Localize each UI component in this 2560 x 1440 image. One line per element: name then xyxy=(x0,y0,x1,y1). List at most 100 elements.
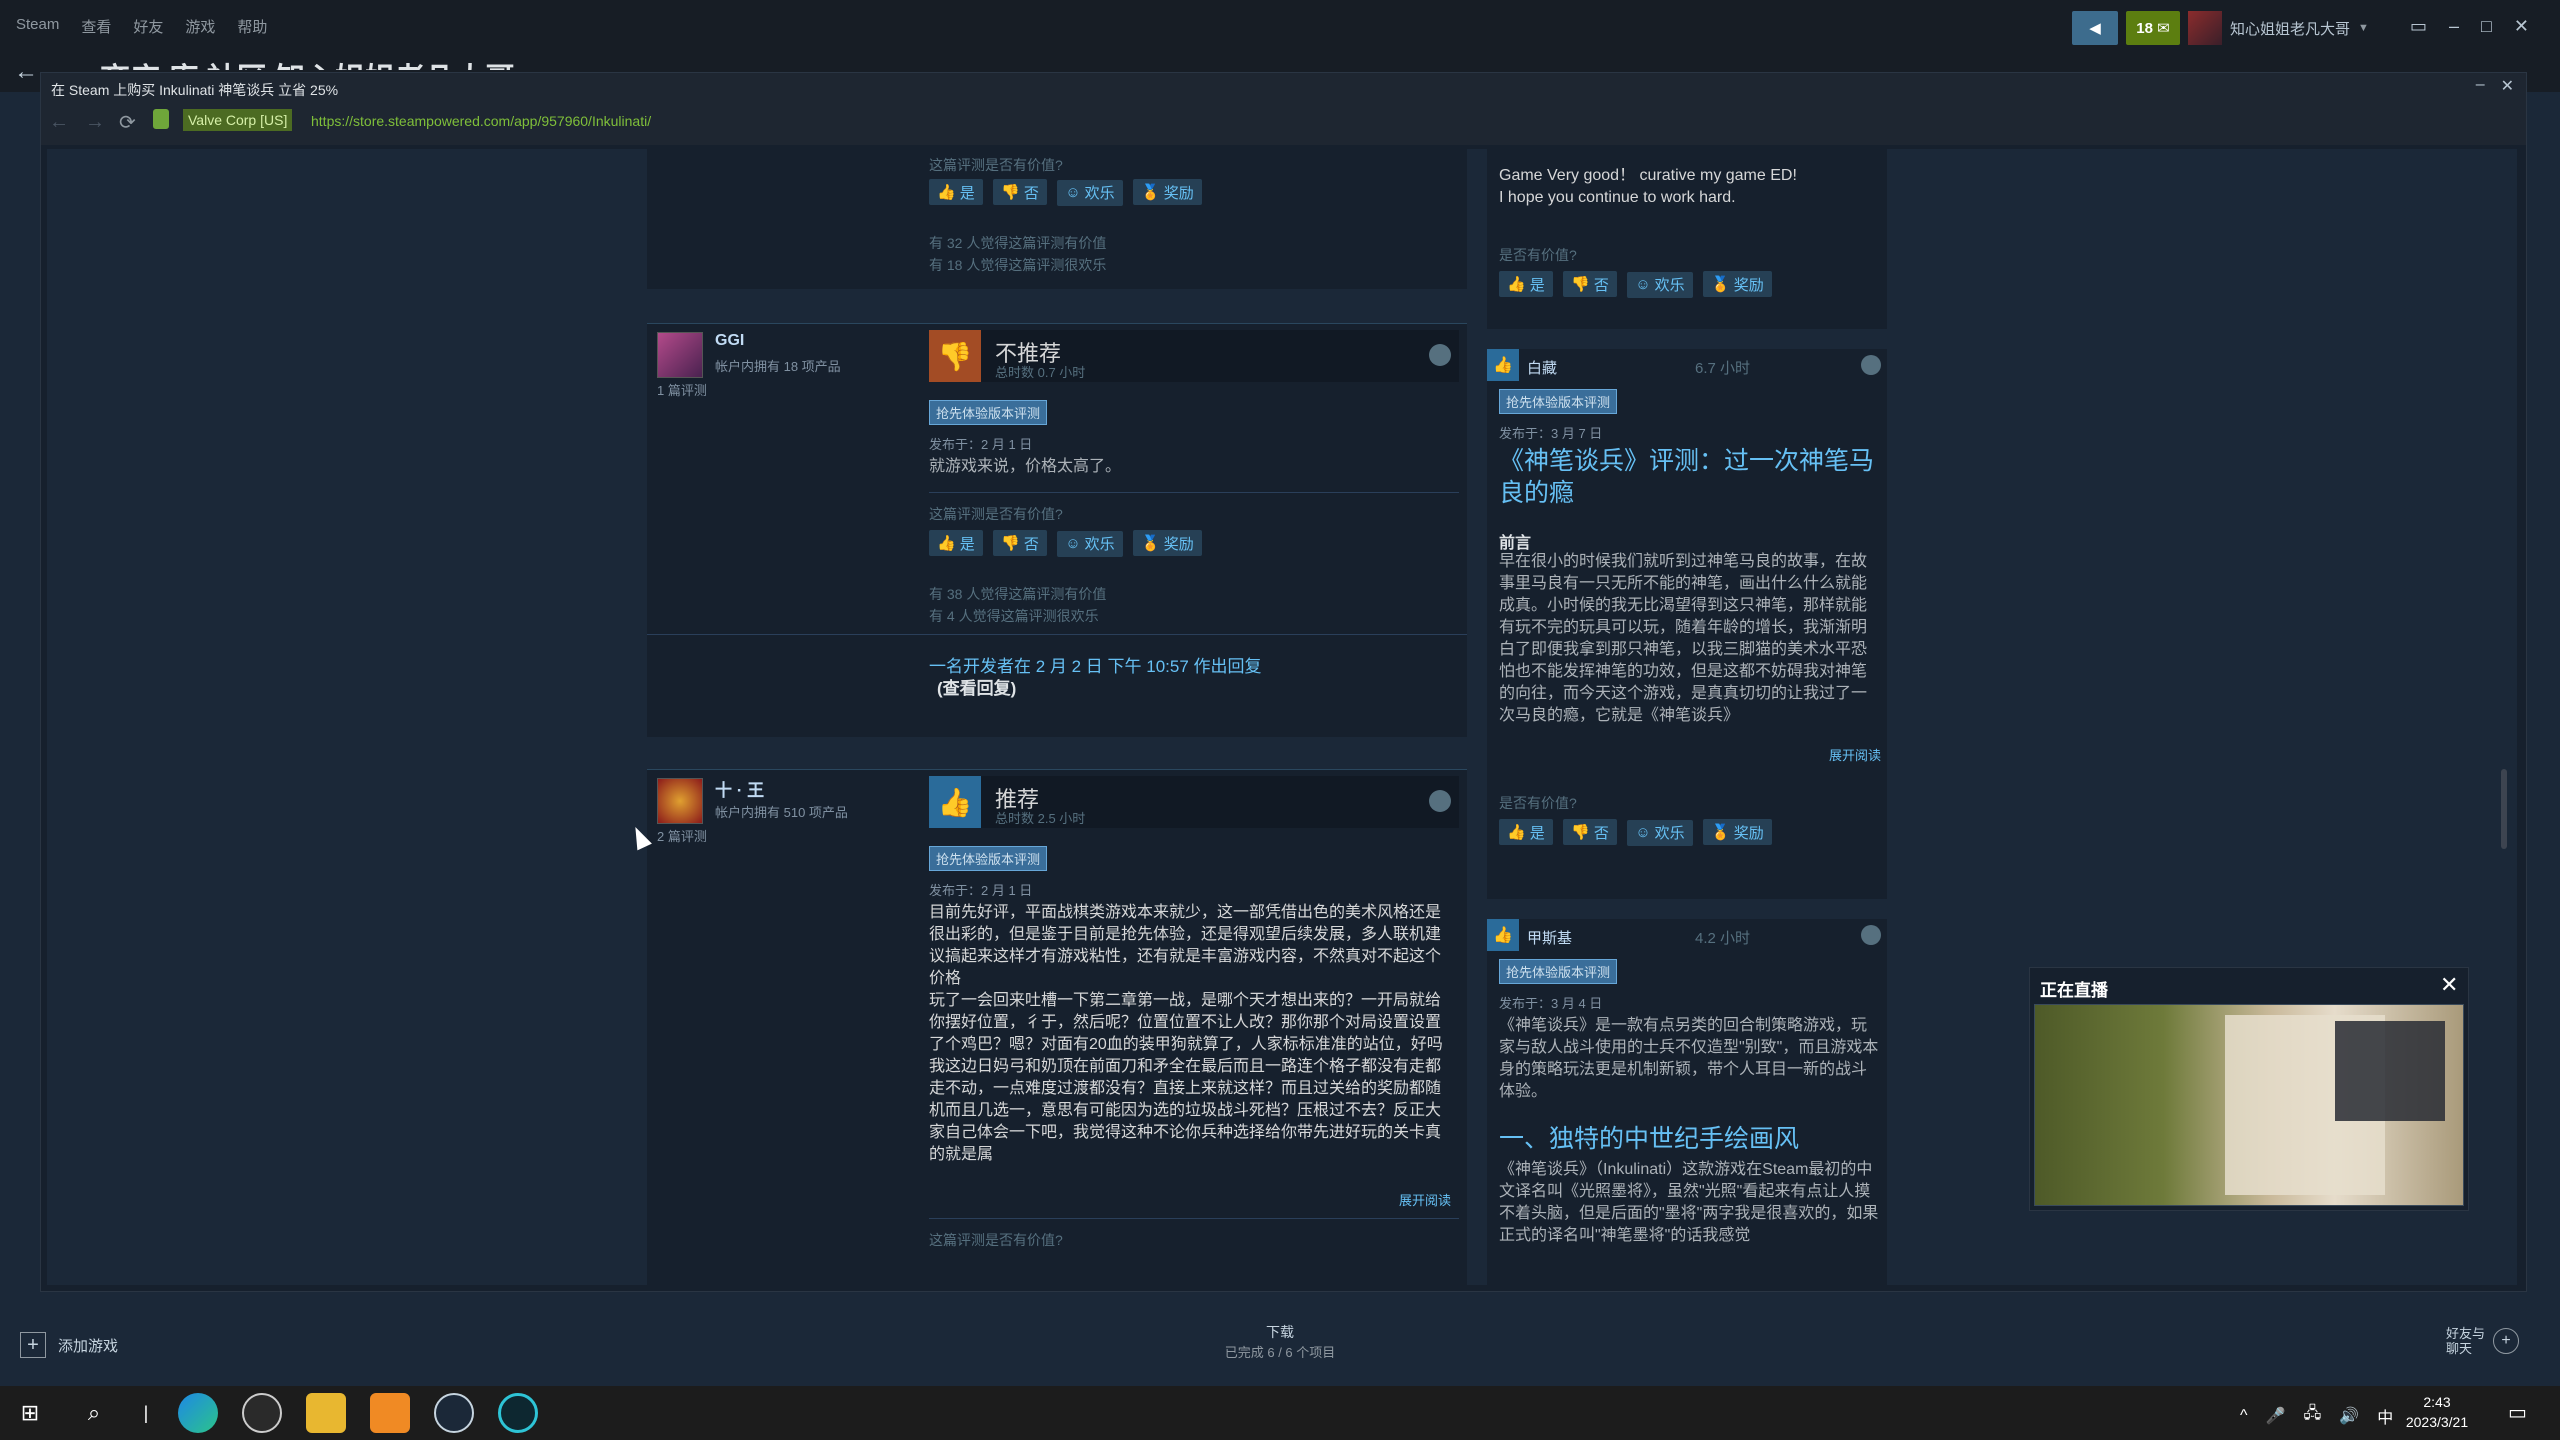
page-title-partial: 商店 库 社区 知心姐姐老凡大哥 xyxy=(100,54,515,70)
minimize-icon[interactable]: – xyxy=(2449,16,2459,37)
client-bottom-bar: + 添加游戏 下载 已完成 6 / 6 个项目 好友与 聊天 + xyxy=(0,1308,2560,1386)
reload-icon[interactable]: ⟳ xyxy=(119,110,136,135)
menu-friends[interactable]: 好友 xyxy=(133,16,163,37)
smiley-icon: ☺ xyxy=(1635,276,1651,293)
menu-help[interactable]: 帮助 xyxy=(237,16,267,37)
edge-browser-icon[interactable] xyxy=(178,1393,218,1433)
read-more-link[interactable]: 展开阅读 xyxy=(1399,1190,1451,1209)
downloads-label: 下载 xyxy=(1266,1324,1294,1340)
vote-yes-button[interactable]: 👍 是 xyxy=(1499,271,1553,297)
notifications-button[interactable]: 18 ✉ xyxy=(2126,11,2180,45)
side-panel xyxy=(2335,1021,2445,1121)
client-menu: Steam 查看 好友 游戏 帮助 xyxy=(16,16,267,37)
award-icon: 🏅 xyxy=(1141,184,1160,201)
file-explorer-icon[interactable] xyxy=(306,1393,346,1433)
thumbs-down-icon: 👎 xyxy=(929,330,981,382)
certificate-badge: Valve Corp [US] xyxy=(183,109,293,131)
products-owned[interactable]: 帐户内拥有 18 项产品 xyxy=(715,356,841,375)
award-button[interactable]: 🏅 奖励 xyxy=(1703,271,1772,297)
play-hours: 总时数 0.7 小时 xyxy=(995,365,1086,380)
username[interactable]: 知心姐姐老凡大哥 xyxy=(2230,18,2350,39)
products-owned[interactable]: 帐户内拥有 510 项产品 xyxy=(715,802,848,821)
vote-funny-button[interactable]: ☺ 欢乐 xyxy=(1057,179,1123,206)
vote-yes-button[interactable]: 👍 是 xyxy=(929,179,983,205)
review-count[interactable]: 1 篇评测 xyxy=(657,380,707,399)
avatar[interactable] xyxy=(657,332,703,378)
menu-view[interactable]: 查看 xyxy=(81,16,111,37)
vote-yes-button[interactable]: 👍 是 xyxy=(929,530,983,556)
award-button[interactable]: 🏅 奖励 xyxy=(1703,819,1772,845)
clock-date: 2023/3/21 xyxy=(2405,1414,2469,1430)
avatar[interactable] xyxy=(657,778,703,824)
play-hours: 总时数 2.5 小时 xyxy=(995,811,1086,826)
vote-yes-button[interactable]: 👍 是 xyxy=(1499,819,1553,845)
award-button[interactable]: 🏅 奖励 xyxy=(1133,179,1202,205)
windows-start-icon[interactable]: ⊞ xyxy=(10,1393,50,1433)
clock[interactable]: 2:43 2023/3/21 xyxy=(2392,1392,2482,1432)
add-game-button[interactable]: + 添加游戏 xyxy=(20,1332,118,1358)
close-icon[interactable]: ✕ xyxy=(2501,76,2514,96)
vote-funny-button[interactable]: ☺ 欢乐 xyxy=(1627,271,1693,298)
scrollbar-thumb[interactable] xyxy=(2501,769,2507,849)
early-access-tag: 抢先体验版本评测 xyxy=(1499,389,1618,414)
nav-back-icon[interactable]: ← xyxy=(49,111,69,134)
app-orange-icon[interactable] xyxy=(370,1393,410,1433)
app-cyan-icon[interactable] xyxy=(498,1393,538,1433)
steam-logo-icon xyxy=(1429,344,1451,366)
thumbs-down-icon: 👎 xyxy=(1571,276,1590,293)
helpful-stat: 有 32 人觉得这篇评测有价值 xyxy=(929,235,1107,251)
stream-preview[interactable] xyxy=(2034,1004,2464,1206)
ime-indicator[interactable]: 中 xyxy=(2377,1404,2393,1428)
view-reply-link[interactable]: (查看回复) xyxy=(937,674,1016,699)
vote-funny-button[interactable]: ☺ 欢乐 xyxy=(1627,819,1693,846)
steam-logo-icon xyxy=(1429,790,1451,812)
vote-no-button[interactable]: 👎 否 xyxy=(1563,819,1617,845)
notification-center-icon[interactable]: ▭ xyxy=(2508,1400,2527,1425)
thumbs-up-icon: 👍 xyxy=(929,776,981,828)
vote-no-button[interactable]: 👎 否 xyxy=(1563,271,1617,297)
task-view-icon[interactable]: | xyxy=(138,1393,154,1433)
reviewer-name[interactable]: GGI xyxy=(715,332,744,350)
steam-taskbar-icon[interactable] xyxy=(434,1393,474,1433)
close-icon[interactable]: ✕ xyxy=(2514,16,2529,37)
early-access-tag: 抢先体验版本评测 xyxy=(929,400,1048,425)
volume-icon[interactable]: 🔊 xyxy=(2339,1406,2359,1426)
live-stream-popup: 正在直播 ✕ xyxy=(2029,967,2469,1211)
thumbs-up-icon: 👍 xyxy=(1507,276,1526,293)
friends-chat-button[interactable]: 好友与 聊天 + xyxy=(2446,1326,2520,1356)
play-hours: 4.2 小时 xyxy=(1695,930,1751,947)
user-avatar[interactable] xyxy=(2188,11,2222,45)
reviewer-name[interactable]: 十 · 王 xyxy=(715,776,764,801)
vote-no-button[interactable]: 👎 否 xyxy=(993,179,1047,205)
maximize-icon[interactable]: □ xyxy=(2481,16,2492,37)
reviewer-name[interactable]: 白藏 xyxy=(1527,357,1557,378)
microphone-icon[interactable]: 🎤 xyxy=(2266,1406,2286,1426)
overlay-browser-window: 在 Steam 上购买 Inkulinati 神笔谈兵 立省 25% – ✕ ←… xyxy=(40,72,2527,1292)
thumbs-down-icon: 👎 xyxy=(1571,824,1590,841)
obs-icon[interactable] xyxy=(242,1393,282,1433)
review-card: 十 · 王 帐户内拥有 510 项产品 2 篇评测 👍 推荐 总时数 2.5 小… xyxy=(647,769,1467,1285)
vote-no-button[interactable]: 👎 否 xyxy=(993,530,1047,556)
minimize-icon[interactable]: – xyxy=(2476,76,2485,96)
downloads-status[interactable]: 下载 已完成 6 / 6 个项目 xyxy=(1180,1322,1380,1361)
thumbs-down-icon: 👎 xyxy=(1001,184,1020,201)
reviewer-name[interactable]: 甲斯基 xyxy=(1527,927,1572,948)
windows-taskbar: ⊞ ⌕ | ^ 🎤 🖧 🔊 中 2:43 2023/3/21 ▭ xyxy=(0,1386,2560,1440)
vote-funny-button[interactable]: ☺ 欢乐 xyxy=(1057,530,1123,557)
close-icon[interactable]: ✕ xyxy=(2440,972,2458,998)
review-count[interactable]: 2 篇评测 xyxy=(657,826,707,845)
menu-steam[interactable]: Steam xyxy=(16,16,59,37)
back-arrow-icon[interactable]: ← xyxy=(14,58,38,86)
nav-forward-icon[interactable]: → xyxy=(85,111,105,134)
bigpicture-icon[interactable]: ▭ xyxy=(2410,16,2427,37)
chevron-down-icon[interactable]: ▼ xyxy=(2358,22,2369,34)
chevron-up-icon[interactable]: ^ xyxy=(2240,1407,2248,1425)
read-more-link[interactable]: 展开阅读 xyxy=(1829,745,1881,764)
menu-games[interactable]: 游戏 xyxy=(185,16,215,37)
network-icon[interactable]: 🖧 xyxy=(2303,1402,2321,1429)
award-button[interactable]: 🏅 奖励 xyxy=(1133,530,1202,556)
search-icon[interactable]: ⌕ xyxy=(74,1393,114,1433)
url-text[interactable]: https://store.steampowered.com/app/95796… xyxy=(311,113,651,129)
broadcast-icon[interactable]: ◀ xyxy=(2072,11,2118,45)
section-heading: 前言 xyxy=(1499,535,1532,552)
